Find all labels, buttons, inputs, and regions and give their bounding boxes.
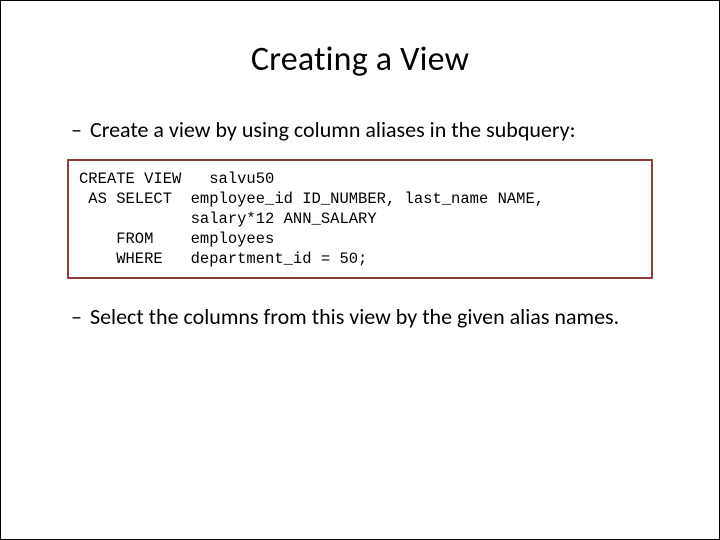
slide-title: Creating a View [51, 39, 669, 80]
bullet-dash-icon: – [71, 116, 82, 145]
bullet-text-2: Select the columns from this view by the… [90, 303, 669, 332]
bullet-text-1: Create a view by using column aliases in… [90, 116, 669, 145]
bullet-item-2: – Select the columns from this view by t… [71, 303, 669, 332]
slide-content: Creating a View – Create a view by using… [1, 1, 719, 376]
bullet-dash-icon: – [71, 303, 82, 332]
bullet-item-1: – Create a view by using column aliases … [71, 116, 669, 145]
sql-code-block: CREATE VIEW salvu50 AS SELECT employee_i… [67, 159, 653, 280]
